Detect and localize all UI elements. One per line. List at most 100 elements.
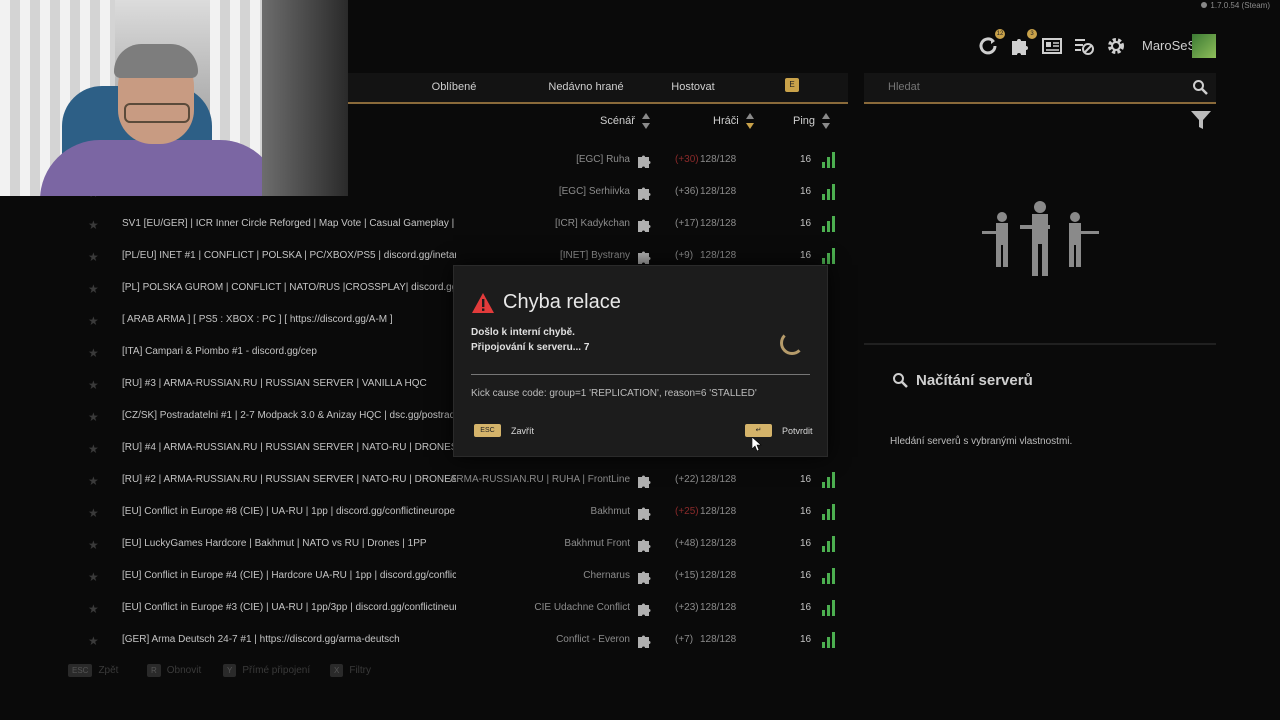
server-ping: 16: [800, 186, 812, 197]
server-name: [RU] #4 | ARMA-RUSSIAN.RU | RUSSIAN SERV…: [122, 442, 456, 453]
server-queue: (+17): [675, 218, 699, 229]
hint-refresh-label: Obnovit: [166, 665, 202, 676]
favorite-star-icon[interactable]: ★: [88, 634, 99, 648]
server-name: [ITA] Campari & Piombo #1 - discord.gg/c…: [122, 346, 317, 357]
favorite-star-icon[interactable]: ★: [88, 250, 99, 264]
confirm-button[interactable]: ↵: [745, 424, 772, 437]
server-scenario: [ICR] Kadykchan: [554, 218, 630, 229]
server-players: 128/128: [700, 218, 737, 229]
server-scenario: [INET] Bystrany: [559, 250, 630, 261]
mods-puzzle-icon: [638, 539, 651, 552]
favorite-star-icon[interactable]: ★: [88, 602, 99, 616]
puzzle-icon[interactable]: 3: [1007, 29, 1037, 59]
favorite-star-icon[interactable]: ★: [88, 218, 99, 232]
server-row[interactable]: ★ [RU] #2 | ARMA-RUSSIAN.RU | RUSSIAN SER…: [80, 465, 840, 497]
favorite-star-icon[interactable]: ★: [88, 378, 99, 392]
hint-direct-join-key: Y: [223, 664, 237, 677]
server-row[interactable]: ★ [EU] Conflict in Europe #3 (CIE) | UA-R…: [80, 593, 840, 625]
refresh-icon[interactable]: 12: [975, 29, 1005, 59]
mods-puzzle-icon: [638, 155, 651, 168]
favorite-star-icon[interactable]: ★: [88, 314, 99, 328]
server-name: [EU] LuckyGames Hardcore | Bakhmut | NAT…: [122, 538, 427, 549]
server-players: 128/128: [700, 474, 737, 485]
server-ping: 16: [800, 250, 812, 261]
panel-divider: [864, 343, 1216, 345]
server-queue: (+36): [675, 186, 699, 197]
ping-bars-icon: [822, 248, 836, 264]
search-bar: [864, 73, 1216, 104]
server-scenario: Bakhmut Front: [564, 538, 630, 549]
close-button[interactable]: ESC: [474, 424, 501, 437]
favorite-star-icon[interactable]: ★: [88, 282, 99, 296]
server-name: [ ARAB ARMA ] [ PS5 : XBOX : PC ] [ http…: [122, 314, 393, 325]
server-row[interactable]: ★ SV1 [EU/GER] | ICR Inner Circle Reforge…: [80, 209, 840, 241]
server-name: [PL] POLSKA GUROM | CONFLICT | NATO/RUS …: [122, 282, 456, 293]
hint-direct-join[interactable]: Y Přímé připojení: [223, 664, 310, 677]
gear-icon[interactable]: [1103, 33, 1129, 59]
server-scenario: Conflict - Everon: [556, 634, 630, 645]
ping-bars-icon: [822, 632, 836, 648]
favorite-star-icon[interactable]: ★: [88, 474, 99, 488]
server-queue: (+22): [675, 474, 699, 485]
server-scenario: Chernarus: [583, 570, 630, 581]
news-icon[interactable]: [1039, 33, 1065, 59]
confirm-label[interactable]: Potvrdit: [782, 426, 813, 436]
server-scenario: [EGC] Serhiivka: [558, 186, 630, 197]
ping-bars-icon: [822, 216, 836, 232]
search-icon[interactable]: [1192, 79, 1208, 95]
server-name: [EU] Conflict in Europe #3 (CIE) | UA-RU…: [122, 602, 456, 613]
ping-bars-icon: [822, 600, 836, 616]
mods-puzzle-icon: [638, 475, 651, 488]
loading-servers-subtitle: Hledání serverů s vybranými vlastnostmi.: [890, 436, 1073, 447]
hint-back-label: Zpět: [98, 665, 119, 676]
server-row[interactable]: ★ [EU] Conflict in Europe #4 (CIE) | Hard…: [80, 561, 840, 593]
server-row[interactable]: ★ [GER] Arma Deutsch 24-7 #1 | https://di…: [80, 625, 840, 657]
server-ping: 16: [800, 602, 812, 613]
server-scenario: ARMA-RUSSIAN.RU | RUHA | FrontLine: [449, 474, 630, 485]
ping-bars-icon: [822, 184, 836, 200]
server-ping: 16: [800, 506, 812, 517]
server-name: SV1 [EU/GER] | ICR Inner Circle Reforged…: [122, 218, 456, 229]
warning-icon: [472, 293, 494, 313]
server-name: [EU] Conflict in Europe #8 (CIE) | UA-RU…: [122, 506, 455, 517]
server-players: 128/128: [700, 250, 737, 261]
server-row[interactable]: ★ [EU] LuckyGames Hardcore | Bakhmut | NA…: [80, 529, 840, 561]
mods-puzzle-icon: [638, 251, 651, 264]
avatar[interactable]: [1192, 34, 1216, 58]
hint-filters[interactable]: X Filtry: [330, 664, 371, 677]
ping-bars-icon: [822, 568, 836, 584]
server-name: [RU] #2 | ARMA-RUSSIAN.RU | RUSSIAN SERV…: [122, 474, 456, 485]
username[interactable]: MaroSeS: [1142, 38, 1196, 53]
server-queue: (+30): [675, 154, 699, 165]
search-input[interactable]: [888, 73, 1168, 102]
server-players: 128/128: [700, 506, 737, 517]
hint-back-key: ESC: [68, 664, 93, 677]
filter-icon[interactable]: [1190, 109, 1212, 131]
hint-back[interactable]: ESC Zpět: [68, 664, 118, 677]
favorite-star-icon[interactable]: ★: [88, 442, 99, 456]
hint-refresh-key: R: [147, 664, 161, 677]
puzzle-badge: 3: [1027, 29, 1037, 39]
server-queue: (+15): [675, 570, 699, 581]
favorite-star-icon[interactable]: ★: [88, 538, 99, 552]
hint-refresh[interactable]: R Obnovit: [147, 664, 201, 677]
search-icon: [893, 373, 908, 388]
refresh-badge: 12: [995, 29, 1005, 39]
favorite-star-icon[interactable]: ★: [88, 346, 99, 360]
server-players: 128/128: [700, 538, 737, 549]
filter-off-icon[interactable]: [1071, 33, 1097, 59]
close-label[interactable]: Zavřít: [511, 426, 534, 436]
server-row[interactable]: ★ [EU] Conflict in Europe #8 (CIE) | UA-R…: [80, 497, 840, 529]
favorite-star-icon[interactable]: ★: [88, 410, 99, 424]
favorite-star-icon[interactable]: ★: [88, 570, 99, 584]
server-ping: 16: [800, 474, 812, 485]
ping-bars-icon: [822, 536, 836, 552]
dialog-divider: [471, 374, 810, 375]
favorite-star-icon[interactable]: ★: [88, 506, 99, 520]
server-queue: (+23): [675, 602, 699, 613]
server-name: [CZ/SK] Postradatelni #1 | 2-7 Modpack 3…: [122, 410, 456, 421]
kick-cause-text: Kick cause code: group=1 'REPLICATION', …: [471, 388, 757, 399]
ping-bars-icon: [822, 504, 836, 520]
mods-puzzle-icon: [638, 507, 651, 520]
mods-puzzle-icon: [638, 571, 651, 584]
